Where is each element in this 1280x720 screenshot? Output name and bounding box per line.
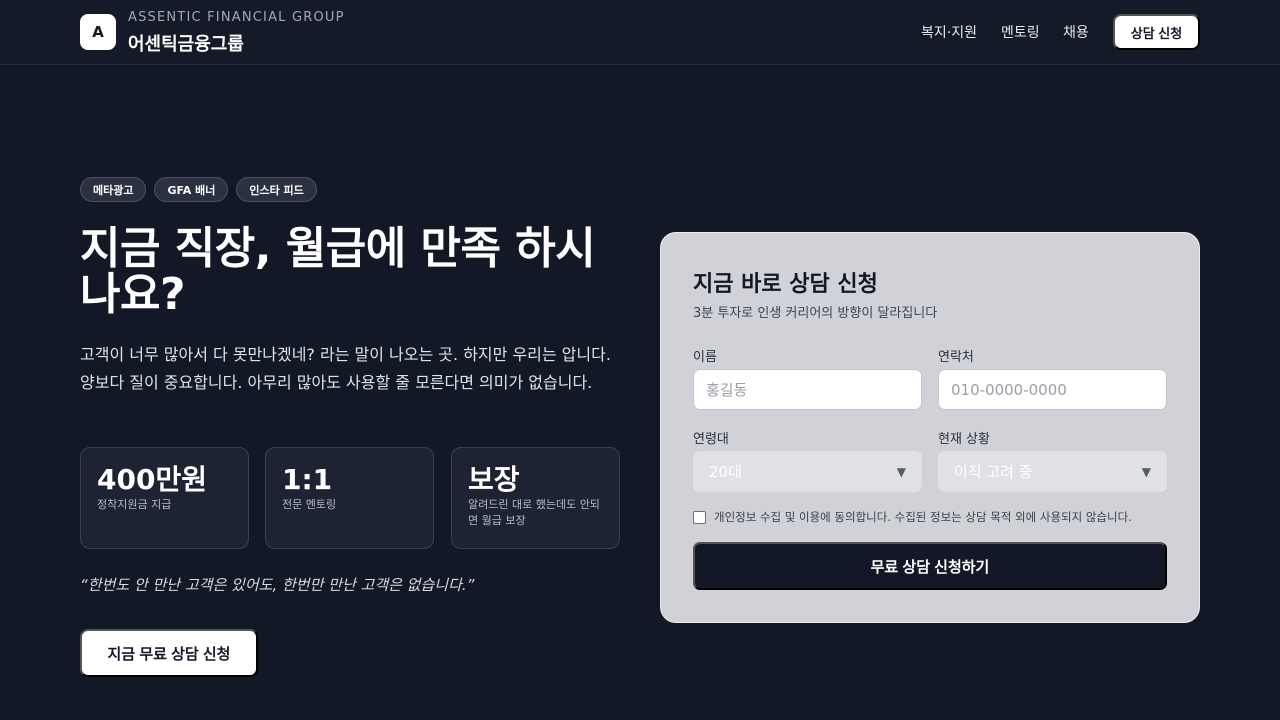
- chevron-down-icon: ▼: [896, 464, 906, 479]
- age-label: 연령대: [693, 432, 729, 447]
- brand-name-english: ASSENTIC FINANCIAL GROUP: [128, 10, 345, 25]
- header-consult-button[interactable]: 상담 신청: [1113, 14, 1200, 50]
- nav-item-recruiting[interactable]: 채용: [1063, 22, 1089, 42]
- brand-name-korean[interactable]: 어센틱금융그룹: [128, 30, 244, 56]
- phone-label: 연락처: [938, 350, 974, 365]
- site-header: A ASSENTIC FINANCIAL GROUP 어센틱금융그룹 복지·지원…: [0, 0, 1280, 65]
- submit-button[interactable]: 무료 상담 신청하기: [693, 542, 1167, 590]
- stat-card-guarantee: 보장 알려드린 대로 했는데도 안되면 월급 보장: [451, 447, 620, 549]
- hero-description: 고객이 너무 많아서 다 못만나겠네? 라는 말이 나오는 곳. 하지만 우리는…: [80, 345, 611, 392]
- status-select-value: 이직 고려 중: [954, 463, 1033, 481]
- stat-value: 보장: [468, 463, 520, 496]
- hero-consult-button[interactable]: 지금 무료 상담 신청: [80, 629, 258, 677]
- consent-row: 개인정보 수집 및 이용에 동의합니다. 수집된 정보는 상담 목적 외에 사용…: [693, 509, 1132, 525]
- stat-value: 400만원: [97, 463, 207, 496]
- age-select[interactable]: 20대 ▼: [693, 451, 922, 492]
- age-select-value: 20대: [709, 463, 742, 481]
- consent-checkbox[interactable]: [693, 510, 706, 524]
- nav-item-welfare[interactable]: 복지·지원: [921, 22, 977, 42]
- stat-value: 1:1: [282, 463, 333, 496]
- stat-label: 알려드린 대로 했는데도 안되면 월급 보장: [468, 498, 600, 527]
- chevron-down-icon: ▼: [1141, 464, 1151, 479]
- status-select[interactable]: 이직 고려 중 ▼: [938, 451, 1167, 492]
- hero-headline: 지금 직장, 월급에 만족 하시나요?: [80, 223, 596, 320]
- stat-label: 정착지원금 지급: [97, 498, 172, 511]
- consent-text: 개인정보 수집 및 이용에 동의합니다. 수집된 정보는 상담 목적 외에 사용…: [714, 510, 1132, 524]
- form-subtitle: 3분 투자로 인생 커리어의 방향이 달라집니다: [693, 306, 938, 321]
- channel-chips: 메타광고 GFA 배너 인스타 피드: [80, 177, 317, 202]
- phone-input[interactable]: [938, 369, 1167, 410]
- consult-form-card: 지금 바로 상담 신청 3분 투자로 인생 커리어의 방향이 달라집니다 이름 …: [660, 232, 1200, 623]
- chip-gfa-banner: GFA 배너: [154, 177, 229, 202]
- stat-card-mentoring: 1:1 전문 멘토링: [265, 447, 434, 549]
- name-input[interactable]: [693, 369, 922, 410]
- form-title: 지금 바로 상담 신청: [693, 272, 878, 297]
- stat-label: 전문 멘토링: [282, 498, 337, 511]
- chip-meta-ads: 메타광고: [80, 177, 147, 202]
- chip-instagram-feed: 인스타 피드: [236, 177, 317, 202]
- name-label: 이름: [693, 350, 717, 365]
- stat-card-settlement: 400만원 정착지원금 지급: [80, 447, 249, 549]
- hero-quote: “한번도 안 만난 고객은 있어도, 한번만 만난 고객은 없습니다.”: [80, 576, 475, 594]
- status-label: 현재 상황: [938, 432, 990, 447]
- nav-item-mentoring[interactable]: 멘토링: [1001, 22, 1040, 42]
- logo-icon[interactable]: A: [80, 14, 116, 50]
